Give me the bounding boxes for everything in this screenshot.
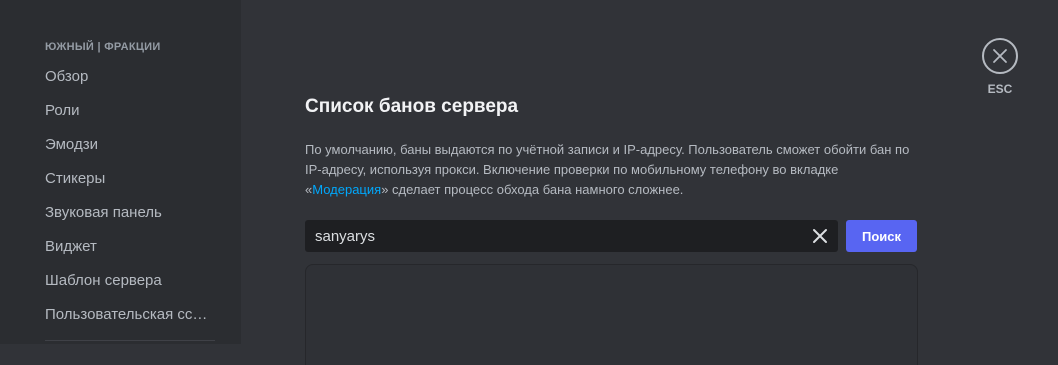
sidebar-item-overview[interactable]: Обзор xyxy=(45,67,217,87)
page-title: Список банов сервера xyxy=(305,96,519,117)
sidebar-divider xyxy=(45,340,215,341)
ban-search-input[interactable] xyxy=(315,220,795,252)
search-button[interactable]: Поиск xyxy=(846,220,917,252)
settings-sidebar: ЮЖНЫЙ | ФРАКЦИИ Обзор Роли Эмодзи Стикер… xyxy=(0,0,241,344)
ban-search-box xyxy=(305,220,838,252)
sidebar-item-soundboard[interactable]: Звуковая панель xyxy=(45,203,217,223)
description-text-after: » сделает процесс обхода бана намного сл… xyxy=(381,182,684,197)
close-icon xyxy=(993,49,1007,63)
sidebar-item-roles[interactable]: Роли xyxy=(45,101,217,121)
close-settings: ESC xyxy=(980,38,1020,96)
esc-label: ESC xyxy=(987,82,1013,96)
sidebar-header-server-name: ЮЖНЫЙ | ФРАКЦИИ xyxy=(45,41,161,53)
sidebar-item-emoji[interactable]: Эмодзи xyxy=(45,135,217,155)
close-button[interactable] xyxy=(982,38,1018,74)
close-icon[interactable] xyxy=(811,227,829,245)
bans-description: По умолчанию, баны выдаются по учётной з… xyxy=(305,140,925,200)
sidebar-item-server-template[interactable]: Шаблон сервера xyxy=(45,271,217,291)
sidebar-item-widget[interactable]: Виджет xyxy=(45,237,217,257)
sidebar-item-vanity-url[interactable]: Пользовательская ссылка xyxy=(45,305,217,325)
sidebar-item-stickers[interactable]: Стикеры xyxy=(45,169,217,189)
moderation-link[interactable]: Модерация xyxy=(312,182,381,197)
main-content: Список банов сервера По умолчанию, баны … xyxy=(241,0,1058,365)
ban-list-panel xyxy=(305,264,918,365)
